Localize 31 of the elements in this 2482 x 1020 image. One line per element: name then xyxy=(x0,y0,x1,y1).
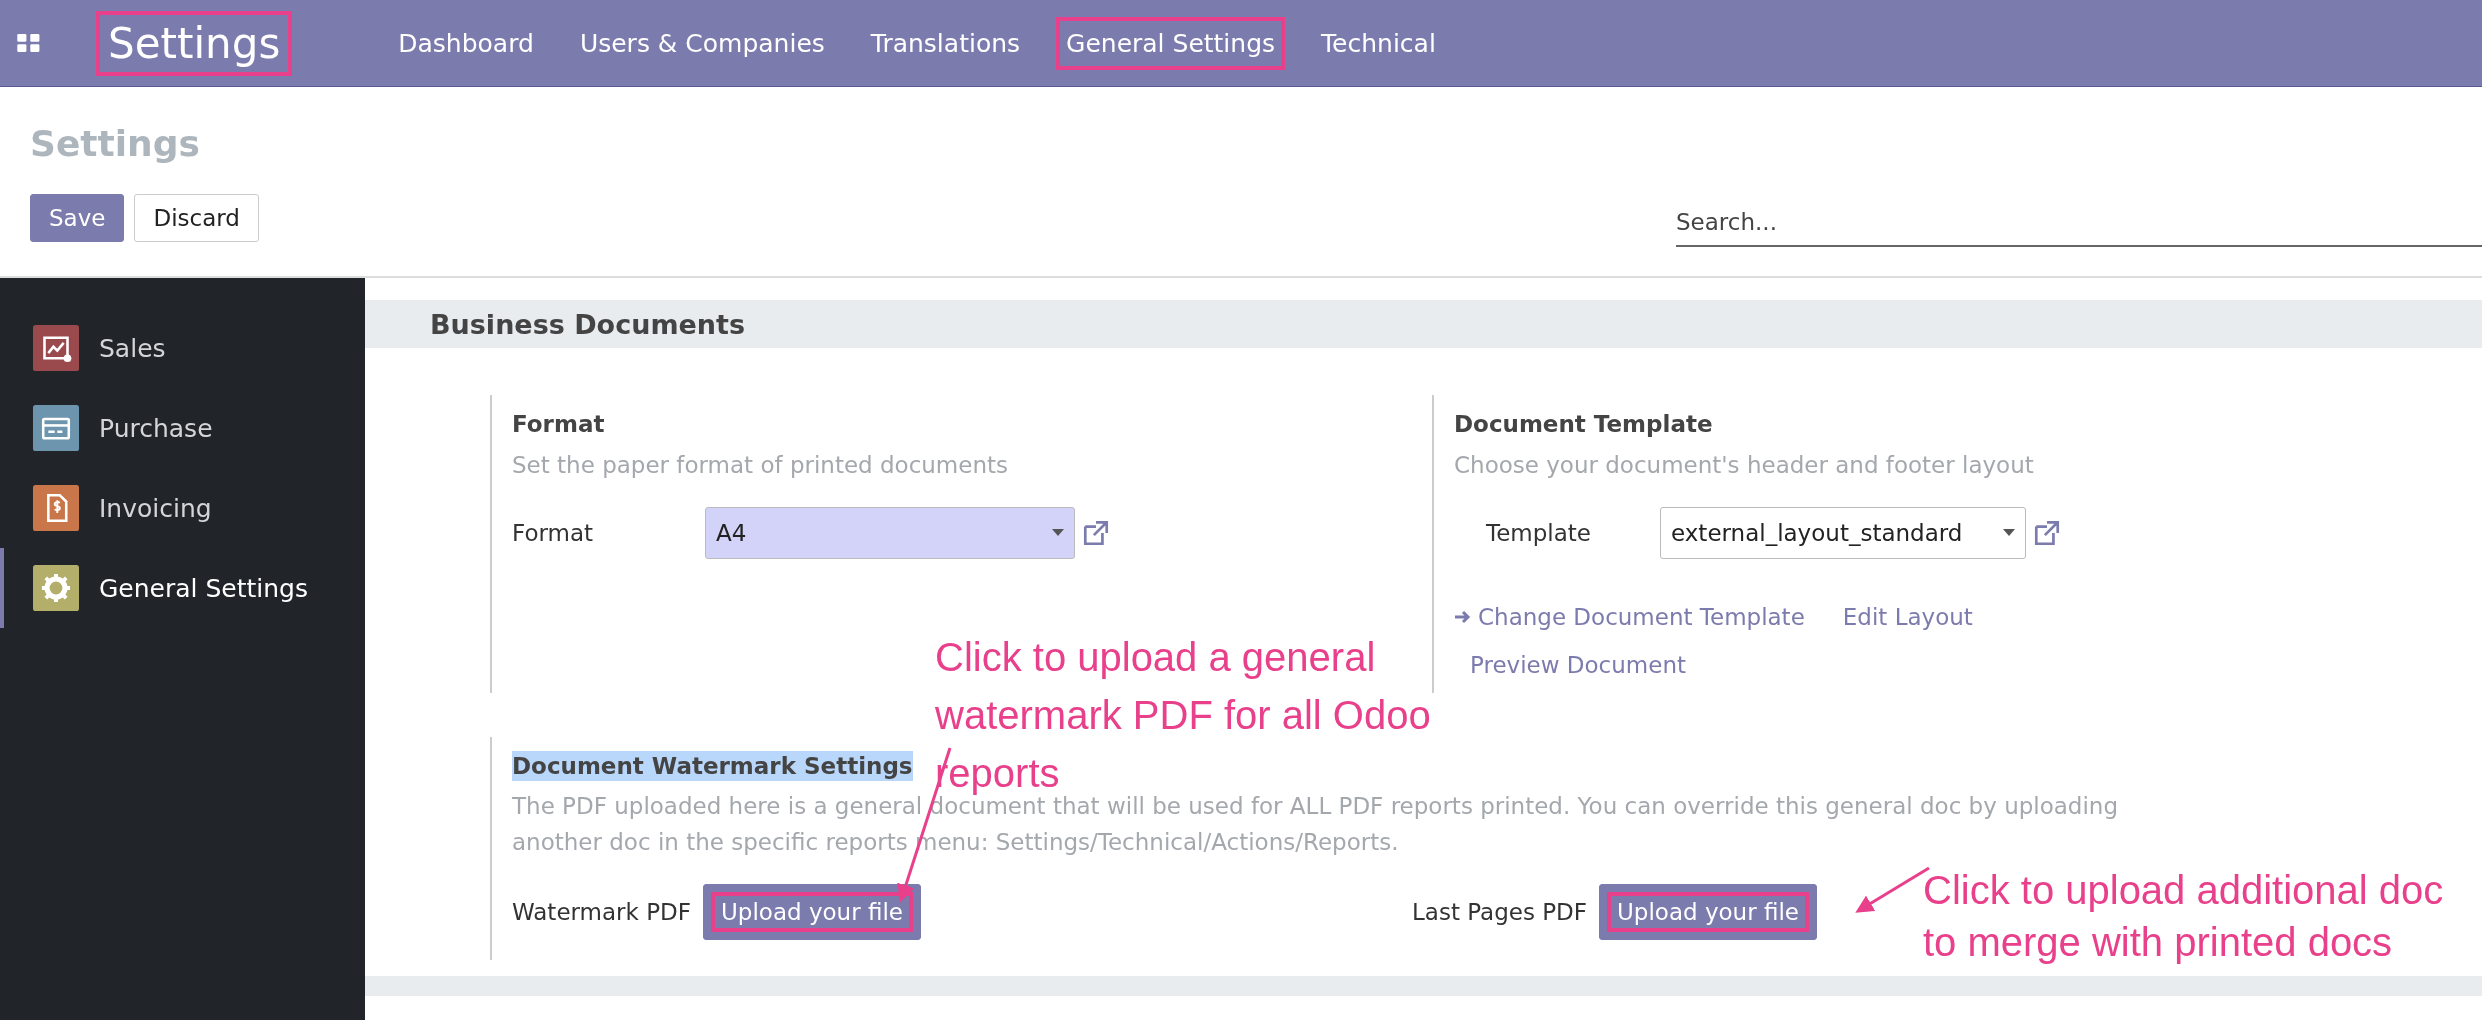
link[interactable]: Edit Layout xyxy=(1842,598,1973,635)
annotation-text: Click to upload additional doc to merge with printed docs xyxy=(1923,867,2445,966)
menu-item[interactable]: General Settings xyxy=(1056,16,1286,70)
sidebar-item[interactable]: General Settings xyxy=(0,548,365,628)
format-dropdown[interactable]: A4 xyxy=(705,506,1075,559)
link[interactable]: Change Document Template xyxy=(1454,598,1805,635)
upload-button[interactable]: Upload your file xyxy=(1599,884,1817,941)
sidebar-item[interactable]: Invoicing xyxy=(0,468,365,548)
field-label: Format xyxy=(512,519,595,546)
save-button[interactable]: Save xyxy=(30,194,125,242)
link[interactable]: Preview Document xyxy=(1470,646,1686,683)
menu-item[interactable]: Users & Companies xyxy=(569,16,835,70)
field-label: Template xyxy=(1486,519,1592,546)
template-dropdown[interactable]: external_layout_standard xyxy=(1660,506,2026,559)
menu-item[interactable]: Translations xyxy=(860,16,1031,70)
section-title: Business Documents xyxy=(430,308,746,340)
setting-description: Set the paper format of printed documents xyxy=(512,451,1009,480)
menu-item[interactable]: Dashboard xyxy=(388,16,544,70)
setting-description: Choose your document's header and footer layout xyxy=(1454,451,2035,480)
app-title: Settings xyxy=(96,10,293,76)
setting-title: Document Template xyxy=(1454,410,1713,439)
sidebar-item[interactable]: Purchase xyxy=(0,388,365,468)
field-label: Last Pages PDF xyxy=(1412,899,1587,926)
setting-title: Format xyxy=(512,410,605,439)
field-label: Watermark PDF xyxy=(512,899,691,926)
discard-button[interactable]: Discard xyxy=(134,194,259,242)
upload-button[interactable]: Upload your file xyxy=(703,884,921,941)
page-title: Settings xyxy=(30,123,201,164)
sidebar-item[interactable]: Sales xyxy=(0,308,365,388)
menu-item[interactable]: Technical xyxy=(1311,16,1446,70)
setting-title: Document Watermark Settings xyxy=(512,750,913,781)
